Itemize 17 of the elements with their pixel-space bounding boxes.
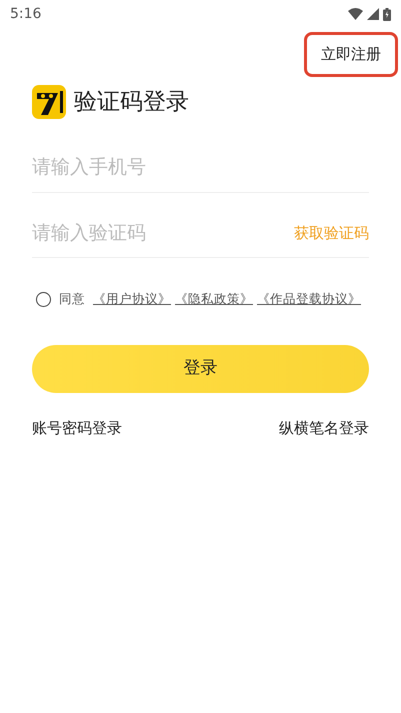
agreement-link[interactable]: 《隐私政策》 <box>175 290 253 309</box>
agreement-link[interactable]: 《作品登载协议》 <box>257 290 361 309</box>
login-button[interactable]: 登录 <box>32 344 369 393</box>
alt-login-link[interactable]: 账号密码登录 <box>32 416 122 440</box>
register-button[interactable]: 立即注册 <box>304 32 398 76</box>
alt-login-link[interactable]: 纵横笔名登录 <box>279 416 369 440</box>
signal-icon <box>367 8 379 20</box>
phone-input[interactable]: 请输入手机号 <box>32 143 369 192</box>
agree-radio[interactable] <box>36 292 51 307</box>
agreement-text: 同意 <box>59 290 85 308</box>
code-input[interactable]: 请输入验证码 <box>32 208 294 257</box>
agreement-link[interactable]: 《用户协议》 <box>93 290 171 309</box>
status-time: 5:16 <box>10 4 42 24</box>
cat-logo-icon <box>32 84 66 119</box>
page-title: 验证码登录 <box>74 88 189 116</box>
wifi-icon <box>348 8 363 20</box>
battery-icon <box>383 8 391 20</box>
